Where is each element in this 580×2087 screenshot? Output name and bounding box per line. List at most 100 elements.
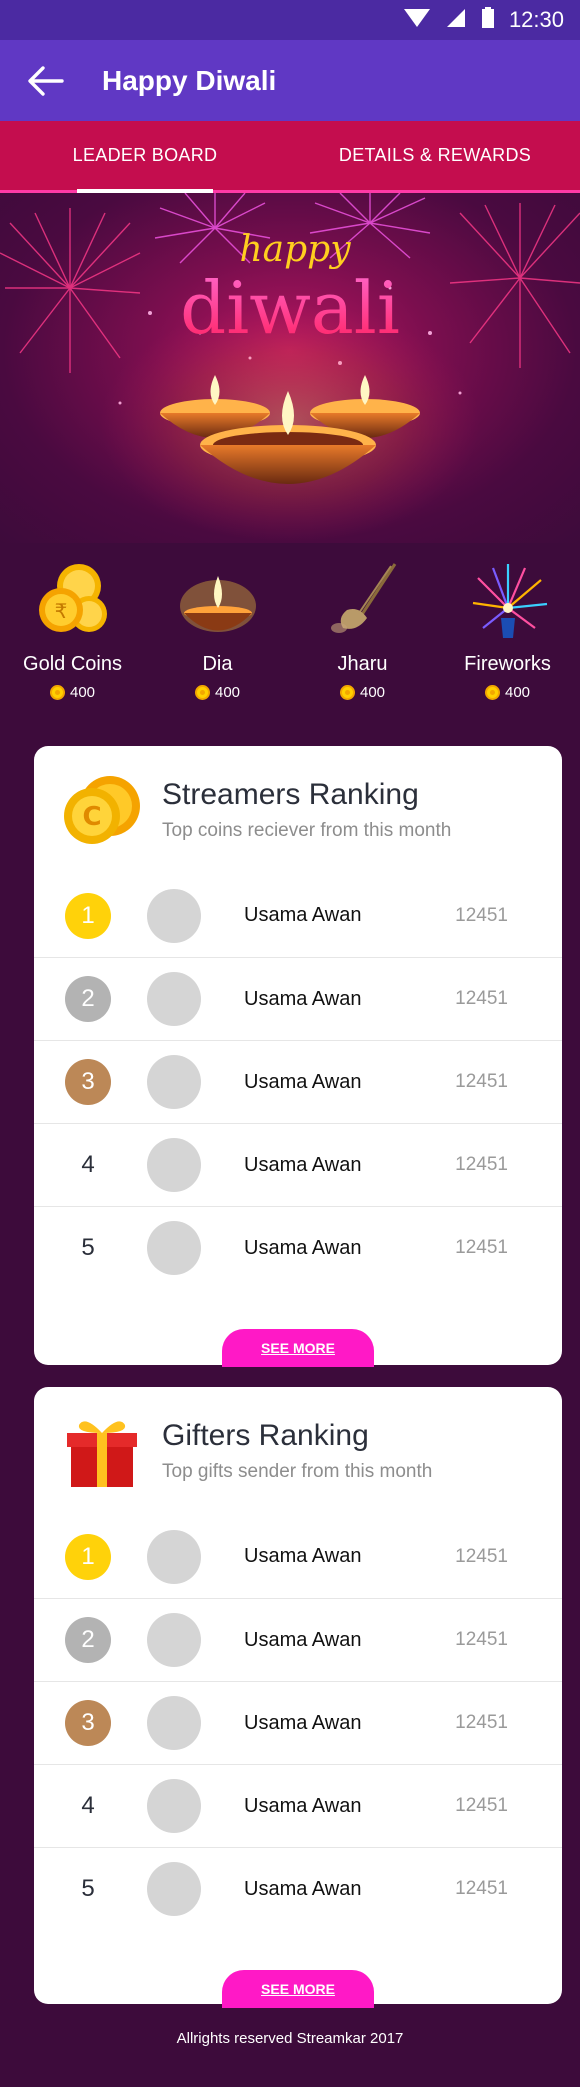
- dia-icon: [173, 555, 263, 645]
- ranking-row[interactable]: 1 Usama Awan 12451: [34, 1515, 562, 1598]
- gold-coins-icon: ₹: [28, 555, 118, 645]
- user-score: 12451: [455, 1795, 508, 1816]
- tab-leader-board[interactable]: LEADER BOARD: [0, 121, 290, 190]
- gift-price: 400: [484, 684, 531, 701]
- gift-price-value: 400: [359, 684, 386, 701]
- gift-price: 400: [194, 684, 241, 701]
- wifi-icon: [403, 7, 431, 34]
- diwali-banner: happy diwali: [0, 193, 580, 543]
- gift-price-value: 400: [69, 684, 96, 701]
- ranking-row[interactable]: 1 Usama Awan 12451: [34, 874, 562, 957]
- user-score: 12451: [455, 1154, 508, 1175]
- rank-number: 4: [81, 1151, 95, 1178]
- coin-icon: [49, 685, 65, 700]
- user-score: 12451: [455, 1071, 508, 1092]
- ranking-row[interactable]: 2 Usama Awan 12451: [34, 957, 562, 1040]
- card-subtitle: Top gifts sender from this month: [162, 1461, 433, 1482]
- ranking-row[interactable]: 5 Usama Awan 12451: [34, 1206, 562, 1289]
- svg-text:₹: ₹: [54, 599, 67, 623]
- rank-badge: 1: [65, 892, 111, 939]
- user-score: 12451: [455, 904, 508, 926]
- see-more-button[interactable]: SEE MORE: [222, 1329, 374, 1367]
- avatar: [147, 972, 201, 1026]
- ranking-row[interactable]: 4 Usama Awan 12451: [34, 1123, 562, 1206]
- rank-number: 5: [81, 1875, 95, 1902]
- gift-name: Gold Coins: [23, 653, 122, 675]
- user-score: 12451: [455, 1545, 508, 1567]
- user-name: Usama Awan: [244, 1153, 362, 1176]
- avatar: [147, 1696, 201, 1750]
- rank-badge: 3: [65, 1059, 111, 1105]
- gift-price: 400: [49, 684, 96, 701]
- app-bar: Happy Diwali: [0, 40, 580, 121]
- user-name: Usama Awan: [244, 1628, 362, 1651]
- gift-name: Fireworks: [464, 653, 551, 675]
- avatar: [147, 1221, 201, 1275]
- fireworks-icon: [463, 555, 553, 645]
- card-subtitle: Top coins reciever from this month: [162, 820, 452, 841]
- rank-badge: 1: [65, 1533, 111, 1580]
- gift-price-value: 400: [214, 684, 241, 701]
- coin-icon: [484, 685, 500, 700]
- streamers-ranking-card: C Streamers Ranking Top coins reciever f…: [34, 746, 562, 1367]
- see-more-area: SEE MORE: [34, 1930, 562, 2008]
- user-score: 12451: [455, 1712, 508, 1733]
- gift-gold-coins[interactable]: ₹ Gold Coins 400: [0, 555, 145, 715]
- tab-details-rewards[interactable]: DETAILS & REWARDS: [290, 121, 580, 190]
- page-title: Happy Diwali: [102, 64, 277, 96]
- gift-name: Dia: [202, 653, 233, 675]
- user-name: Usama Awan: [244, 1794, 362, 1817]
- avatar: [147, 1529, 201, 1584]
- gift-dia[interactable]: Dia 400: [145, 555, 290, 715]
- user-name: Usama Awan: [244, 1545, 362, 1567]
- gift-box-icon: [62, 1411, 142, 1491]
- avatar: [147, 1862, 201, 1916]
- footer-text: Allrights reserved Streamkar 2017: [176, 2030, 404, 2047]
- gift-price-value: 400: [504, 684, 531, 701]
- card-header: Gifters Ranking Top gifts sender from th…: [34, 1387, 562, 1515]
- ranking-list: 1 Usama Awan 12451 2 Usama Awan 12451 3 …: [34, 1515, 562, 1930]
- avatar: [147, 1779, 201, 1833]
- card-header: C Streamers Ranking Top coins reciever f…: [34, 746, 562, 874]
- gift-jharu[interactable]: Jharu 400: [290, 555, 435, 715]
- gift-price: 400: [339, 684, 386, 701]
- user-name: Usama Awan: [244, 904, 362, 926]
- coins-icon: C: [62, 770, 142, 850]
- signal-icon: [445, 7, 467, 34]
- ranking-row[interactable]: 2 Usama Awan 12451: [34, 1598, 562, 1681]
- firework-burst-left: [0, 208, 141, 373]
- battery-icon: [481, 6, 495, 34]
- rank-badge: 2: [65, 1617, 111, 1663]
- gift-fireworks[interactable]: Fireworks 400: [435, 555, 580, 715]
- avatar: [147, 1613, 201, 1667]
- ranking-row[interactable]: 4 Usama Awan 12451: [34, 1764, 562, 1847]
- svg-text:C: C: [82, 802, 101, 832]
- gifters-ranking-card: Gifters Ranking Top gifts sender from th…: [34, 1387, 562, 2008]
- see-more-button[interactable]: SEE MORE: [222, 1970, 374, 2008]
- user-score: 12451: [455, 988, 508, 1009]
- user-name: Usama Awan: [244, 1711, 362, 1734]
- user-score: 12451: [455, 1629, 508, 1650]
- svg-text:diwali: diwali: [180, 266, 400, 350]
- coin-icon: [339, 685, 355, 700]
- gift-list: ₹ Gold Coins 400 Dia 400 Jharu 400 Firew…: [0, 555, 580, 715]
- user-name: Usama Awan: [244, 1236, 362, 1259]
- jharu-icon: [318, 555, 408, 645]
- ranking-list: 1 Usama Awan 12451 2 Usama Awan 12451 3 …: [34, 874, 562, 1289]
- rank-number: 4: [81, 1792, 95, 1819]
- rank-badge: 2: [65, 976, 111, 1022]
- arrow-left-icon: [28, 65, 64, 96]
- rank-badge: 3: [65, 1700, 111, 1746]
- back-button[interactable]: [0, 40, 90, 121]
- user-name: Usama Awan: [244, 1877, 362, 1900]
- avatar: [147, 888, 201, 943]
- status-time: 12:30: [508, 7, 564, 32]
- card-title: Gifters Ranking: [162, 1419, 369, 1452]
- user-name: Usama Awan: [244, 987, 362, 1010]
- ranking-row[interactable]: 5 Usama Awan 12451: [34, 1847, 562, 1930]
- svg-text:happy: happy: [239, 229, 351, 270]
- ranking-row[interactable]: 3 Usama Awan 12451: [34, 1681, 562, 1764]
- tab-bar: LEADER BOARD DETAILS & REWARDS: [0, 121, 580, 193]
- status-bar: 12:30: [0, 0, 580, 40]
- ranking-row[interactable]: 3 Usama Awan 12451: [34, 1040, 562, 1123]
